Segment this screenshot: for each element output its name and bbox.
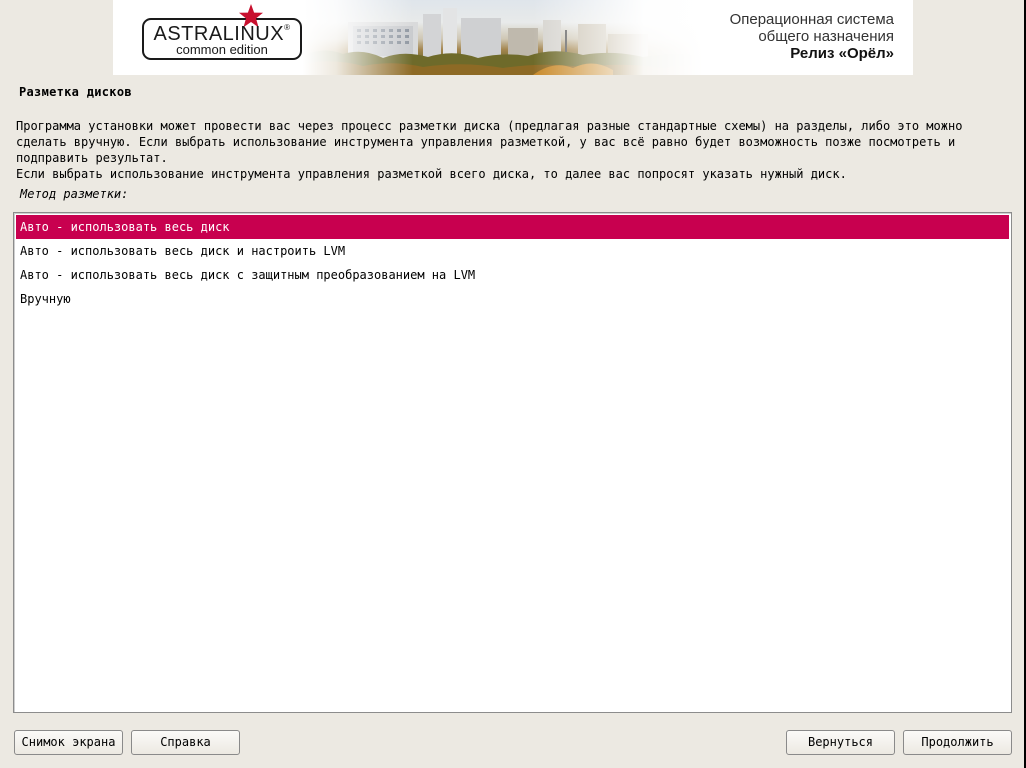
city-panorama-image bbox=[303, 0, 703, 75]
help-button[interactable]: Справка bbox=[131, 730, 240, 755]
back-button[interactable]: Вернуться bbox=[786, 730, 895, 755]
method-option-manual[interactable]: Вручную bbox=[16, 287, 1009, 311]
intro-paragraph: Программа установки может провести вас ч… bbox=[16, 119, 963, 165]
page-title: Разметка дисков bbox=[19, 85, 132, 99]
logo-subtitle: common edition bbox=[176, 42, 268, 57]
os-edition-text: Операционная система общего назначения Р… bbox=[730, 11, 894, 62]
method-option-auto-lvm[interactable]: Авто - использовать весь диск и настроит… bbox=[16, 239, 1009, 263]
astralinux-logo: ASTRALINUX® common edition bbox=[142, 4, 302, 60]
installer-banner: ASTRALINUX® common edition Операционная … bbox=[113, 0, 913, 75]
os-line-2: общего назначения bbox=[758, 28, 894, 45]
release-name: Релиз «Орёл» bbox=[790, 45, 894, 62]
disk-note-paragraph: Если выбрать использование инструмента у… bbox=[16, 167, 847, 181]
os-line-1: Операционная система bbox=[729, 11, 894, 28]
method-option-auto-whole-disk[interactable]: Авто - использовать весь диск bbox=[16, 215, 1009, 239]
partition-method-list[interactable]: Авто - использовать весь диск Авто - исп… bbox=[13, 212, 1012, 713]
method-label: Метод разметки: bbox=[20, 187, 129, 201]
method-option-auto-encrypted-lvm[interactable]: Авто - использовать весь диск с защитным… bbox=[16, 263, 1009, 287]
continue-button[interactable]: Продолжить bbox=[903, 730, 1012, 755]
screenshot-button[interactable]: Снимок экрана bbox=[14, 730, 123, 755]
